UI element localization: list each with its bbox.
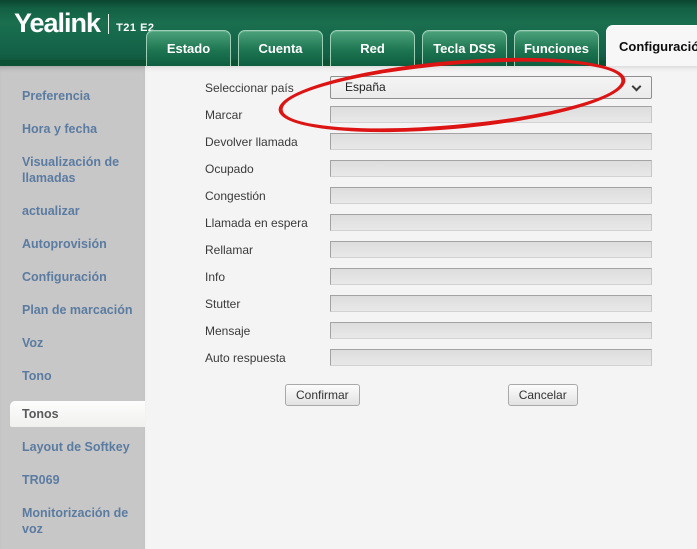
- field-label: Info: [205, 270, 330, 284]
- sidebar-item-voz[interactable]: Voz: [0, 335, 145, 351]
- input-ocupado: [330, 160, 652, 177]
- field-label: Mensaje: [205, 324, 330, 338]
- sidebar-item-tr069[interactable]: TR069: [0, 472, 145, 488]
- sidebar-item-preferencia[interactable]: Preferencia: [0, 88, 145, 104]
- input-info: [330, 268, 652, 285]
- tab-tecla-dss[interactable]: Tecla DSS: [422, 30, 507, 66]
- input-mensaje: [330, 322, 652, 339]
- input-devolver-llamada: [330, 133, 652, 150]
- form-row: Stutter: [205, 290, 697, 317]
- yealink-logo: Yealink T21 E2: [14, 10, 155, 36]
- form-row: Seleccionar país España: [205, 74, 697, 101]
- sidebar-item-layout-de-softkey[interactable]: Layout de Softkey: [0, 439, 145, 455]
- brand-text: Yealink: [14, 10, 100, 36]
- logo-divider: [108, 14, 109, 34]
- input-rellamar: [330, 241, 652, 258]
- field-label: Congestión: [205, 189, 330, 203]
- tab-funciones[interactable]: Funciones: [514, 30, 599, 66]
- form-row: Mensaje: [205, 317, 697, 344]
- form-row: Ocupado: [205, 155, 697, 182]
- app-header: Yealink T21 E2 Estado Cuenta Red Tecla D…: [0, 0, 697, 66]
- form-row: Info: [205, 263, 697, 290]
- input-marcar: [330, 106, 652, 123]
- sidebar-item-monitorizacion-de-voz[interactable]: Monitorización de voz: [0, 505, 145, 537]
- confirm-button[interactable]: Confirmar: [285, 384, 360, 406]
- country-select-value: España: [345, 80, 386, 94]
- field-label: Rellamar: [205, 243, 330, 257]
- input-congestion: [330, 187, 652, 204]
- field-label: Marcar: [205, 108, 330, 122]
- field-label: Auto respuesta: [205, 351, 330, 365]
- cancel-button[interactable]: Cancelar: [508, 384, 578, 406]
- field-label: Devolver llamada: [205, 135, 330, 149]
- yealink-web-ui: Yealink T21 E2 Estado Cuenta Red Tecla D…: [0, 0, 697, 549]
- button-row: Confirmar Cancelar: [205, 384, 697, 406]
- field-label: Ocupado: [205, 162, 330, 176]
- sidebar-item-visualizacion-de-llamadas[interactable]: Visualización de llamadas: [0, 154, 145, 186]
- sidebar: Preferencia Hora y fecha Visualización d…: [0, 66, 145, 549]
- input-auto-respuesta: [330, 349, 652, 366]
- form-row: Marcar: [205, 101, 697, 128]
- sidebar-item-autoprovision[interactable]: Autoprovisión: [0, 236, 145, 252]
- input-llamada-en-espera: [330, 214, 652, 231]
- form-row: Llamada en espera: [205, 209, 697, 236]
- sidebar-item-tono[interactable]: Tono: [0, 368, 145, 384]
- sidebar-item-configuracion[interactable]: Configuración: [0, 269, 145, 285]
- input-stutter: [330, 295, 652, 312]
- sidebar-nav: Preferencia Hora y fecha Visualización d…: [0, 66, 145, 549]
- form-row: Auto respuesta: [205, 344, 697, 371]
- sidebar-item-tonos[interactable]: Tonos: [10, 401, 145, 427]
- country-select[interactable]: España: [330, 76, 652, 99]
- form-row: Rellamar: [205, 236, 697, 263]
- field-label: Stutter: [205, 297, 330, 311]
- chevron-down-icon: [632, 82, 642, 92]
- tab-cuenta[interactable]: Cuenta: [238, 30, 323, 66]
- tab-configuracion[interactable]: Configuración: [606, 25, 697, 66]
- sidebar-item-actualizar[interactable]: actualizar: [0, 203, 145, 219]
- field-label: Llamada en espera: [205, 216, 330, 230]
- tab-estado[interactable]: Estado: [146, 30, 231, 66]
- form-row: Devolver llamada: [205, 128, 697, 155]
- sidebar-item-hora-y-fecha[interactable]: Hora y fecha: [0, 121, 145, 137]
- form-row: Congestión: [205, 182, 697, 209]
- sidebar-item-plan-de-marcacion[interactable]: Plan de marcación: [0, 302, 145, 318]
- field-label: Seleccionar país: [205, 81, 330, 95]
- tab-red[interactable]: Red: [330, 30, 415, 66]
- content-panel: Seleccionar país España Marcar Devolver …: [145, 66, 697, 549]
